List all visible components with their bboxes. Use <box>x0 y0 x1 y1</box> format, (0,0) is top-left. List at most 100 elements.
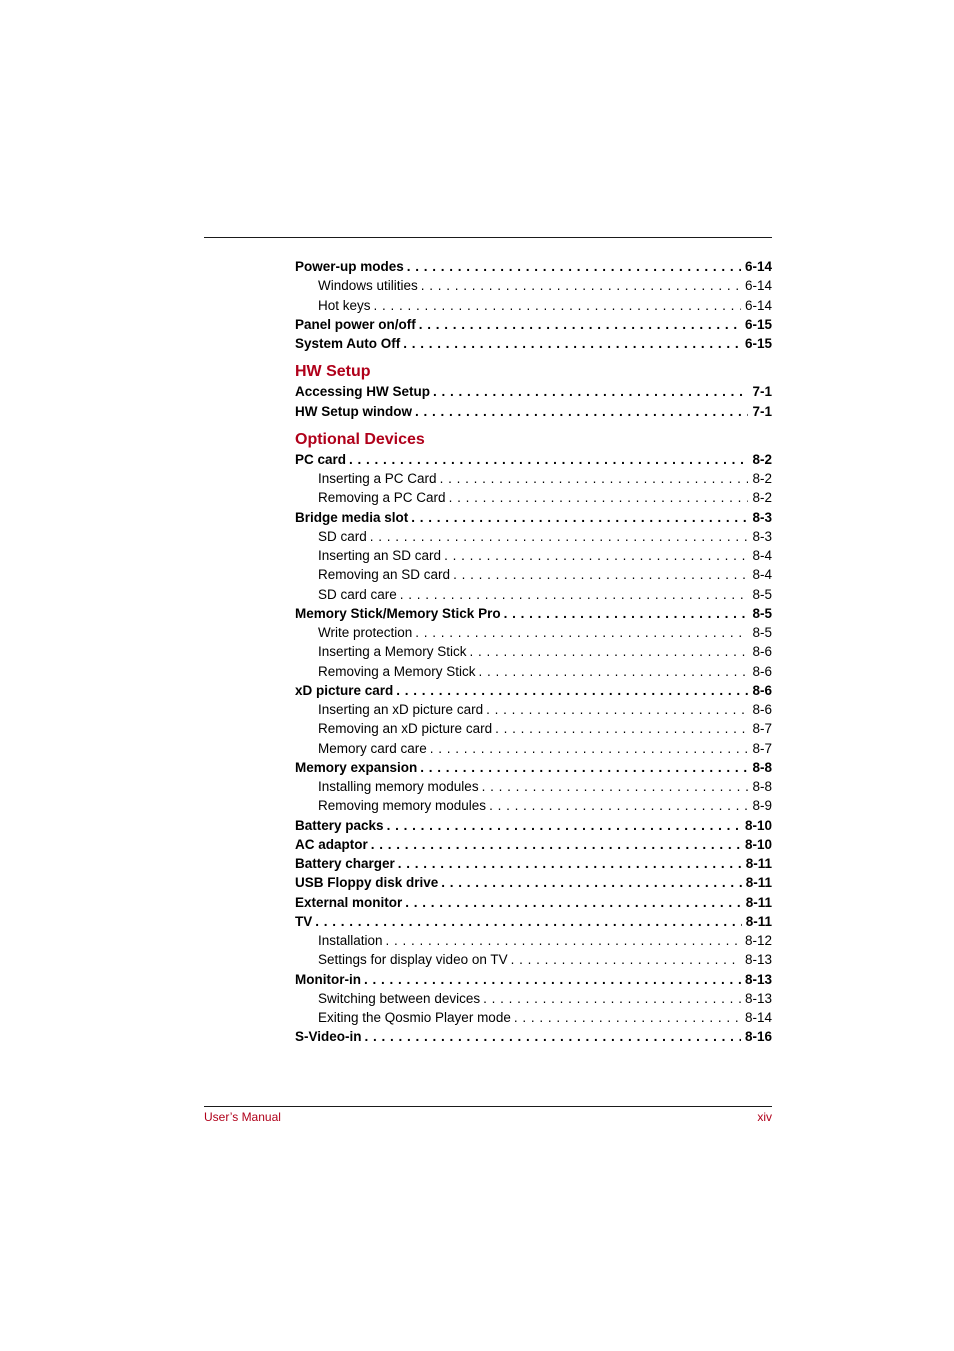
toc-entry-label: Exiting the Qosmio Player mode <box>318 1008 514 1028</box>
toc-entry-page: 7-1 <box>748 382 772 402</box>
dot-leader <box>349 450 748 469</box>
toc-entry[interactable]: HW Setup window 7-1 <box>295 401 772 421</box>
dot-leader <box>419 315 741 334</box>
toc-entry-label: SD card care <box>318 584 400 604</box>
toc-entry-label: Removing memory modules <box>318 796 490 816</box>
toc-entry-label: Monitor-in <box>295 969 364 989</box>
toc-entry-page: 8-2 <box>748 449 772 469</box>
toc-entry-page: 6-15 <box>740 314 772 334</box>
toc-subentry[interactable]: Switching between devices 8-13 <box>295 988 772 1008</box>
toc-subentry[interactable]: SD card 8-3 <box>295 526 772 546</box>
toc-entry-label: Removing an SD card <box>318 565 454 585</box>
dot-leader <box>444 546 748 565</box>
toc-entry-page: 8-3 <box>748 526 772 546</box>
dot-leader <box>365 1027 741 1046</box>
toc-subentry[interactable]: Inserting an SD card 8-4 <box>295 546 772 566</box>
toc-entry-page: 6-14 <box>740 276 772 296</box>
toc-entry-page: 8-11 <box>741 873 772 893</box>
dot-leader <box>489 796 748 815</box>
dot-leader <box>421 276 741 295</box>
toc-entry-label: System Auto Off <box>295 334 404 354</box>
toc-entry[interactable]: Memory Stick/Memory Stick Pro 8-5 <box>295 603 772 623</box>
dot-leader <box>400 585 749 604</box>
toc-subentry[interactable]: Installing memory modules 8-8 <box>295 777 772 797</box>
dot-leader <box>411 508 748 527</box>
toc-entry-label: Settings for display video on TV <box>318 950 511 970</box>
toc-subentry[interactable]: Write protection 8-5 <box>295 623 772 643</box>
toc-entry[interactable]: Accessing HW Setup 7-1 <box>295 382 772 402</box>
toc-subentry[interactable]: Inserting a Memory Stick 8-6 <box>295 642 772 662</box>
toc-entry[interactable]: AC adaptor 8-10 <box>295 834 772 854</box>
dot-leader <box>386 931 741 950</box>
dot-leader <box>440 469 749 488</box>
dot-leader <box>430 739 749 758</box>
toc-entry-label: Inserting an xD picture card <box>318 700 487 720</box>
toc-entry-page: 8-8 <box>748 757 772 777</box>
toc-entry[interactable]: External monitor 8-11 <box>295 892 772 912</box>
dot-leader <box>511 950 741 969</box>
toc-entry-page: 8-14 <box>740 1008 772 1028</box>
toc-subentry[interactable]: Removing memory modules 8-9 <box>295 796 772 816</box>
toc-entry-label: Memory expansion <box>295 757 421 777</box>
toc-entry-page: 8-3 <box>748 507 772 527</box>
toc-entry-page: 8-13 <box>740 950 772 970</box>
toc-entry-page: 8-8 <box>748 777 772 797</box>
dot-leader <box>483 989 741 1008</box>
toc-entry-page: 8-4 <box>748 546 772 566</box>
dot-leader <box>495 719 748 738</box>
toc-subentry[interactable]: Removing a Memory Stick 8-6 <box>295 661 772 681</box>
toc-entry-label: xD picture card <box>295 680 397 700</box>
toc-entry-label: Windows utilities <box>318 276 421 296</box>
toc-subentry[interactable]: Settings for display video on TV 8-13 <box>295 950 772 970</box>
toc-entry-page: 8-10 <box>740 834 772 854</box>
toc-entry-page: 8-5 <box>748 623 772 643</box>
toc-subentry[interactable]: Exiting the Qosmio Player mode 8-14 <box>295 1008 772 1028</box>
toc-entry-label: Bridge media slot <box>295 507 412 527</box>
toc-entry[interactable]: Power-up modes 6-14 <box>295 257 772 277</box>
toc-subentry[interactable]: Memory card care 8-7 <box>295 738 772 758</box>
dot-leader <box>387 816 741 835</box>
toc-subentry[interactable]: Installation 8-12 <box>295 931 772 951</box>
header-rule <box>204 237 772 238</box>
dot-leader <box>396 681 748 700</box>
toc-subentry[interactable]: Removing a PC Card 8-2 <box>295 488 772 508</box>
dot-leader <box>479 662 749 681</box>
toc-subentry[interactable]: SD card care 8-5 <box>295 584 772 604</box>
toc-subentry[interactable]: Hot keys 6-14 <box>295 295 772 315</box>
section-heading: HW Setup <box>295 363 371 381</box>
toc-entry-page: 8-11 <box>741 911 772 931</box>
toc-entry-label: Battery packs <box>295 815 387 835</box>
toc-entry[interactable]: xD picture card 8-6 <box>295 680 772 700</box>
toc-entry-page: 6-14 <box>740 257 772 277</box>
dot-leader <box>504 604 749 623</box>
toc-subentry[interactable]: Removing an SD card 8-4 <box>295 565 772 585</box>
toc-entry[interactable]: Battery packs 8-10 <box>295 815 772 835</box>
toc-subentry[interactable]: Removing an xD picture card 8-7 <box>295 719 772 739</box>
toc-entry-page: 8-5 <box>748 584 772 604</box>
toc-entry-page: 7-1 <box>748 401 772 421</box>
toc-entry[interactable]: Memory expansion 8-8 <box>295 757 772 777</box>
toc-entry-label: Accessing HW Setup <box>295 382 434 402</box>
toc-entry[interactable]: Bridge media slot 8-3 <box>295 507 772 527</box>
toc-entry-page: 8-10 <box>740 815 772 835</box>
footer-rule <box>204 1106 772 1107</box>
toc-entry-label: Power-up modes <box>295 257 407 277</box>
toc-entry[interactable]: TV 8-11 <box>295 911 772 931</box>
toc-entry[interactable]: Panel power on/off 6-15 <box>295 314 772 334</box>
dot-leader <box>453 565 748 584</box>
dot-leader <box>374 296 741 315</box>
toc-entry[interactable]: Battery charger 8-11 <box>295 854 772 874</box>
toc-entry[interactable]: S-Video-in 8-16 <box>295 1027 772 1047</box>
toc-subentry[interactable]: Inserting a PC Card 8-2 <box>295 469 772 489</box>
toc-entry[interactable]: PC card 8-2 <box>295 449 772 469</box>
section-heading: Optional Devices <box>295 430 425 448</box>
dot-leader <box>441 873 741 892</box>
toc-subentry[interactable]: Inserting an xD picture card 8-6 <box>295 700 772 720</box>
toc-subentry[interactable]: Windows utilities 6-14 <box>295 276 772 296</box>
toc-entry-label: PC card <box>295 449 350 469</box>
toc-entry-label: Battery charger <box>295 854 398 874</box>
toc-entry[interactable]: Monitor-in 8-13 <box>295 969 772 989</box>
toc-entry[interactable]: USB Floppy disk drive 8-11 <box>295 873 772 893</box>
toc-entry[interactable]: System Auto Off 6-15 <box>295 334 772 354</box>
dot-leader <box>364 970 741 989</box>
